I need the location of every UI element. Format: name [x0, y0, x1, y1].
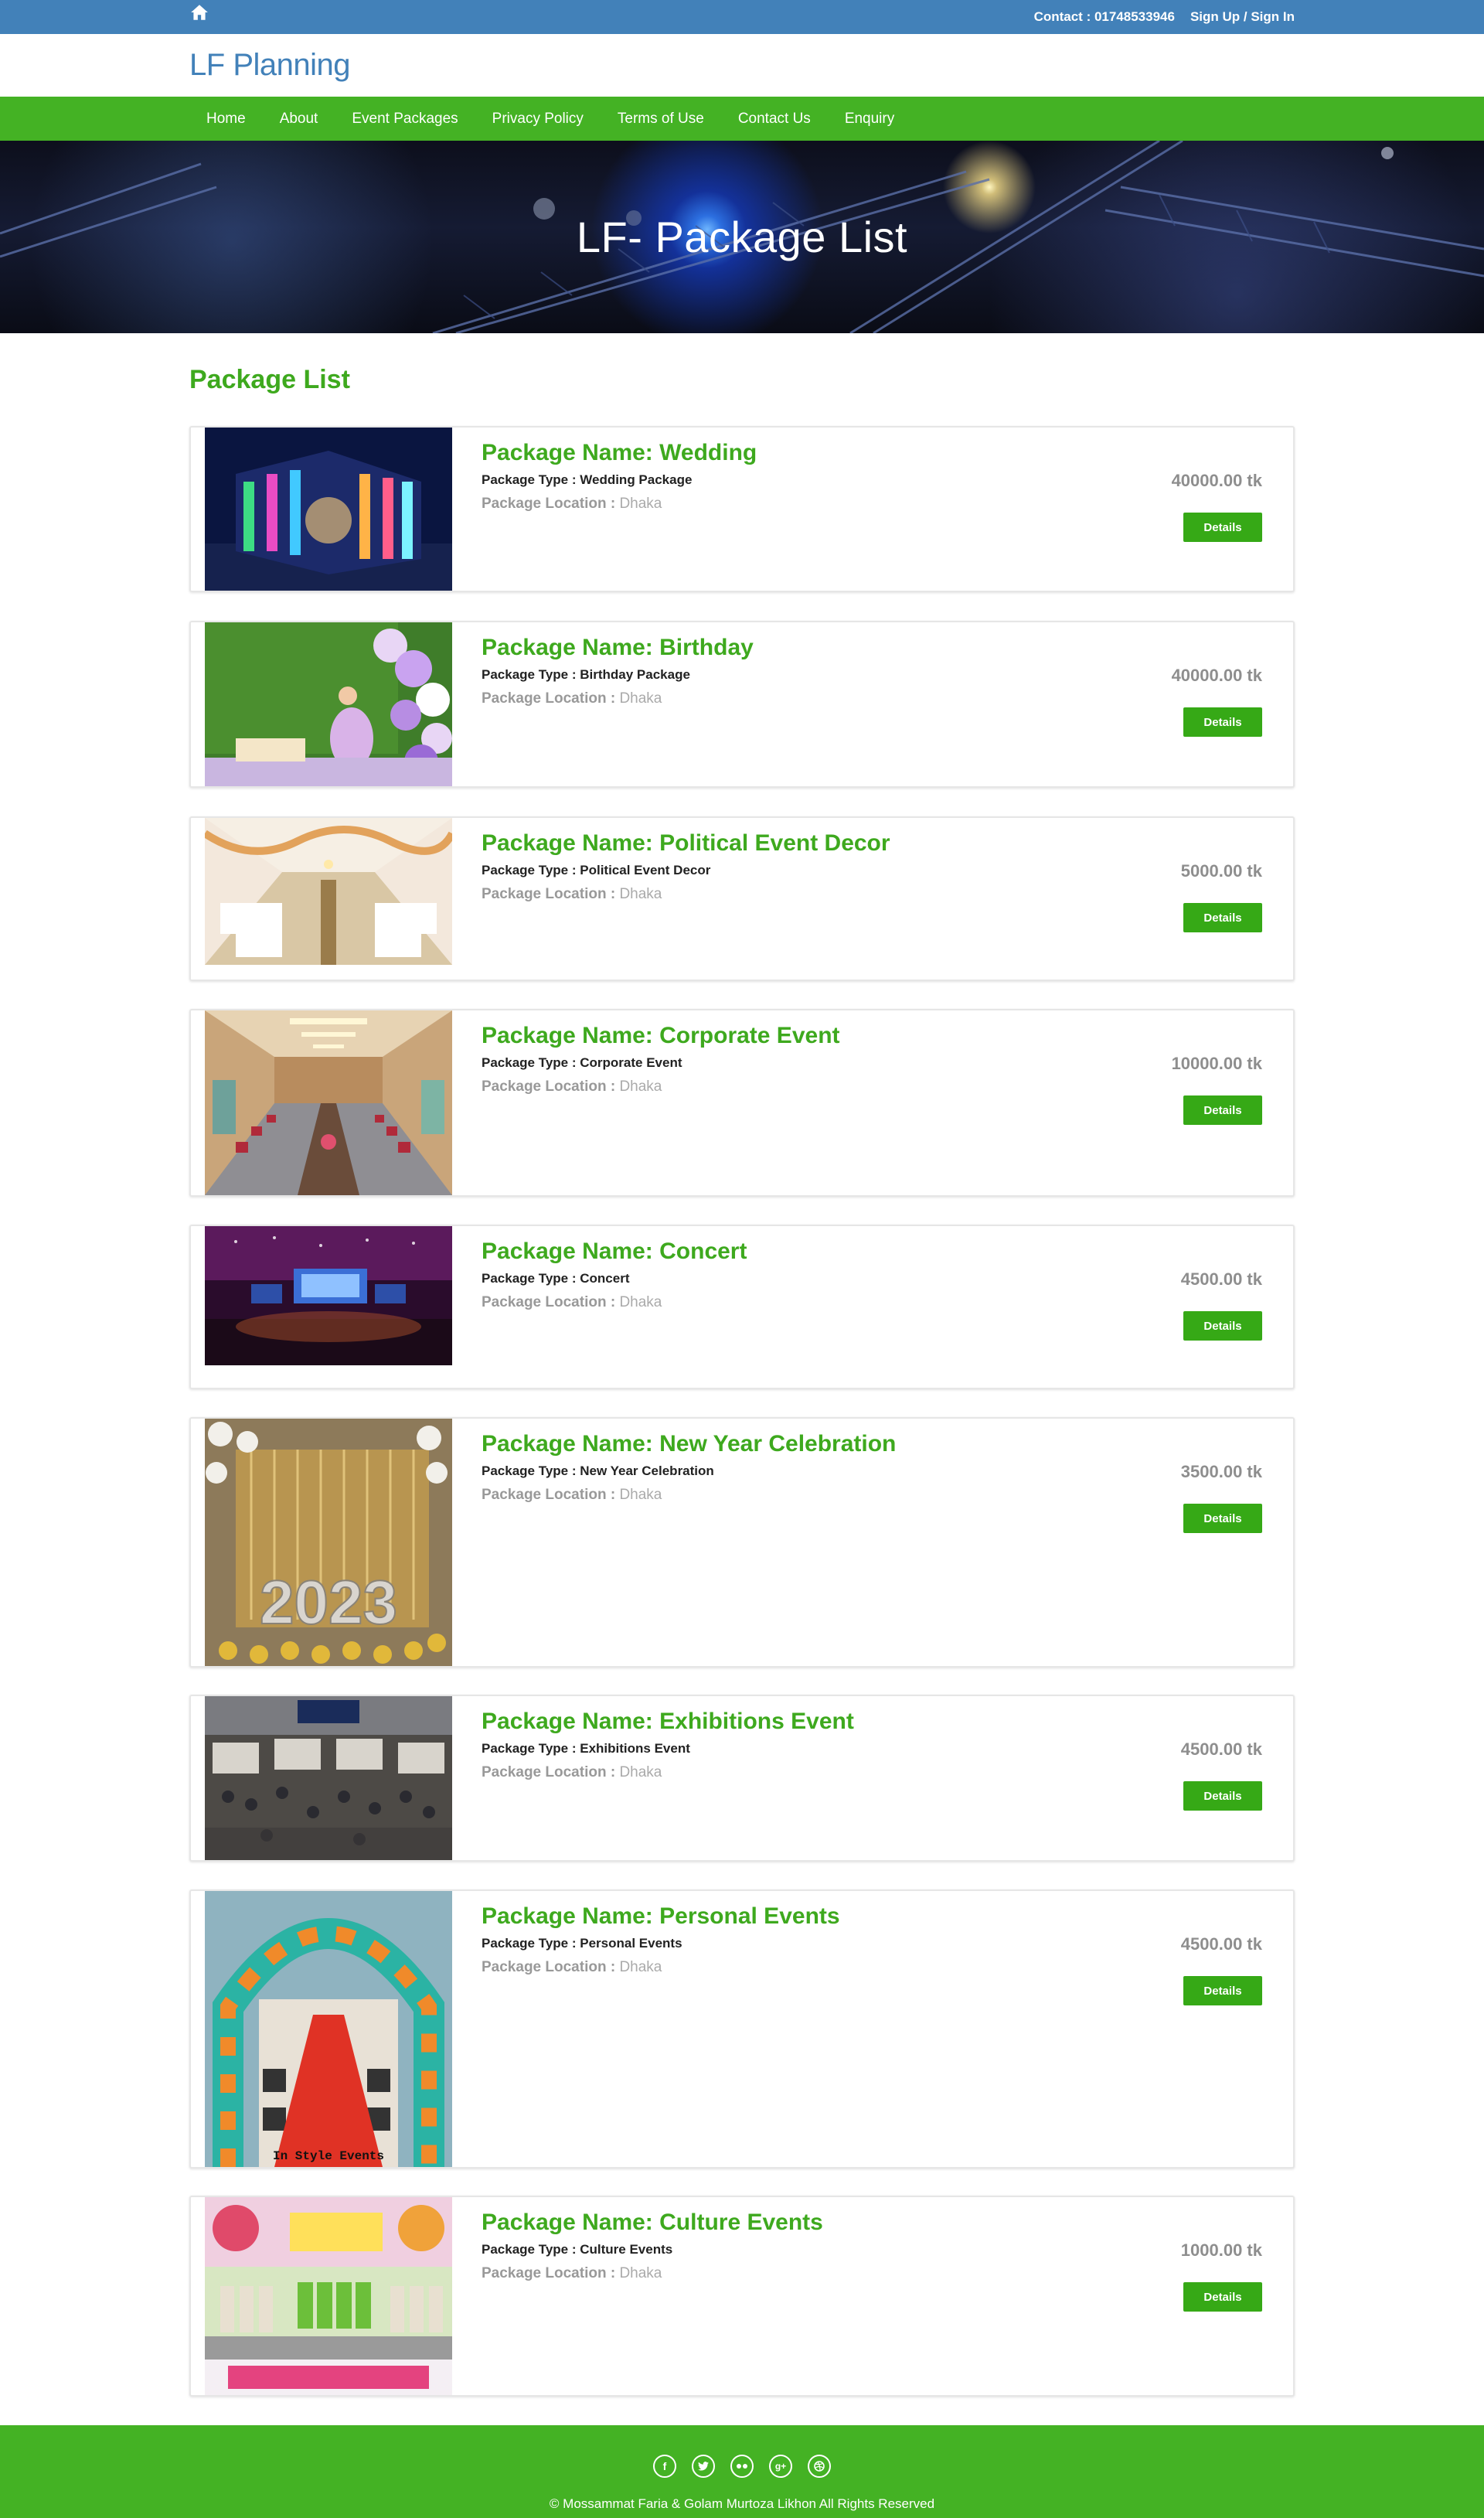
package-name[interactable]: Package Name: Concert [482, 1239, 747, 1265]
details-button[interactable]: Details [1183, 2282, 1262, 2312]
package-name[interactable]: Package Name: New Year Celebration [482, 1431, 896, 1457]
twitter-icon[interactable] [692, 2455, 715, 2478]
package-name[interactable]: Package Name: Culture Events [482, 2210, 823, 2236]
culture-stage-photo[interactable] [205, 2197, 452, 2395]
package-location: Package Location : Dhaka [482, 886, 662, 902]
copyright-text: © Mossammat Faria & Golam Murtoza Likhon… [549, 2496, 935, 2511]
package-name[interactable]: Package Name: Exhibitions Event [482, 1709, 854, 1735]
google-plus-icon[interactable]: g+ [769, 2455, 792, 2478]
wedding-photo[interactable] [205, 428, 452, 591]
details-button[interactable]: Details [1183, 1311, 1262, 1341]
package-type: Package Type : Concert [482, 1271, 630, 1286]
package-price: 4500.00 tk [1180, 1934, 1262, 1954]
package-card: Package Name: Concert Package Type : Con… [189, 1225, 1295, 1389]
package-price: 10000.00 tk [1171, 1054, 1262, 1073]
package-card: Package Name: Culture Events Package Typ… [189, 2196, 1295, 2397]
social-links: f g+ [0, 2455, 1484, 2478]
package-type: Package Type : Personal Events [482, 1936, 682, 1951]
package-location: Package Location : Dhaka [482, 496, 662, 512]
details-button[interactable]: Details [1183, 1976, 1262, 2005]
balloon-2023-text: 2023 [260, 1568, 397, 1637]
dribbble-icon[interactable] [808, 2455, 831, 2478]
package-location: Package Location : Dhaka [482, 2265, 662, 2281]
package-name[interactable]: Package Name: Corporate Event [482, 1023, 840, 1049]
package-card: Package Name: Exhibitions Event Package … [189, 1695, 1295, 1862]
package-card: 2023 Package Name: New Year Celebration … [189, 1417, 1295, 1668]
details-button[interactable]: Details [1183, 903, 1262, 932]
new-year-balloons-photo[interactable]: 2023 [205, 1419, 452, 1666]
details-button[interactable]: Details [1183, 513, 1262, 542]
package-card: Package Name: Corporate Event Package Ty… [189, 1009, 1295, 1197]
footer: f g+ © Mossammat Faria & Golam Murtoza L… [0, 2425, 1484, 2518]
package-location: Package Location : Dhaka [482, 1959, 662, 1975]
package-name[interactable]: Package Name: Personal Events [482, 1903, 840, 1930]
details-button[interactable]: Details [1183, 1781, 1262, 1811]
package-price: 4500.00 tk [1180, 1269, 1262, 1289]
package-price: 5000.00 tk [1180, 861, 1262, 881]
exhibition-photo[interactable] [205, 1696, 452, 1860]
package-type: Package Type : Political Event Decor [482, 863, 711, 877]
conference-room-photo[interactable] [205, 1010, 452, 1195]
package-location: Package Location : Dhaka [482, 1294, 662, 1310]
package-price: 40000.00 tk [1171, 666, 1262, 685]
package-name[interactable]: Package Name: Wedding [482, 440, 757, 466]
details-button[interactable]: Details [1183, 1095, 1262, 1125]
hall-photo[interactable] [205, 818, 452, 965]
package-price: 3500.00 tk [1180, 1462, 1262, 1481]
package-card: In Style Events Package Name: Personal E… [189, 1889, 1295, 2169]
package-type: Package Type : Exhibitions Event [482, 1741, 690, 1756]
details-button[interactable]: Details [1183, 707, 1262, 737]
in-style-events-text: In Style Events [273, 2149, 384, 2163]
package-type: Package Type : Wedding Package [482, 472, 693, 487]
flickr-icon[interactable] [730, 2455, 754, 2478]
package-type: Package Type : Birthday Package [482, 667, 690, 682]
package-location: Package Location : Dhaka [482, 690, 662, 707]
package-location: Package Location : Dhaka [482, 1764, 662, 1780]
package-location: Package Location : Dhaka [482, 1078, 662, 1095]
concert-photo[interactable] [205, 1226, 452, 1365]
package-card: Package Name: Wedding Package Type : Wed… [189, 426, 1295, 592]
details-button[interactable]: Details [1183, 1504, 1262, 1533]
package-type: Package Type : Corporate Event [482, 1055, 682, 1070]
package-price: 4500.00 tk [1180, 1739, 1262, 1759]
package-price: 1000.00 tk [1180, 2240, 1262, 2260]
package-location: Package Location : Dhaka [482, 1487, 662, 1503]
package-name[interactable]: Package Name: Birthday [482, 635, 754, 661]
page-title: Package List [189, 365, 350, 394]
package-name[interactable]: Package Name: Political Event Decor [482, 830, 890, 857]
package-card: Package Name: Birthday Package Type : Bi… [189, 621, 1295, 788]
package-type: Package Type : New Year Celebration [482, 1463, 714, 1478]
package-card: Package Name: Political Event Decor Pack… [189, 816, 1295, 981]
balloon-arch-photo[interactable]: In Style Events [205, 1891, 452, 2167]
package-type: Package Type : Culture Events [482, 2242, 673, 2257]
facebook-icon[interactable]: f [653, 2455, 676, 2478]
package-price: 40000.00 tk [1171, 471, 1262, 490]
birthday-photo[interactable] [205, 622, 452, 786]
